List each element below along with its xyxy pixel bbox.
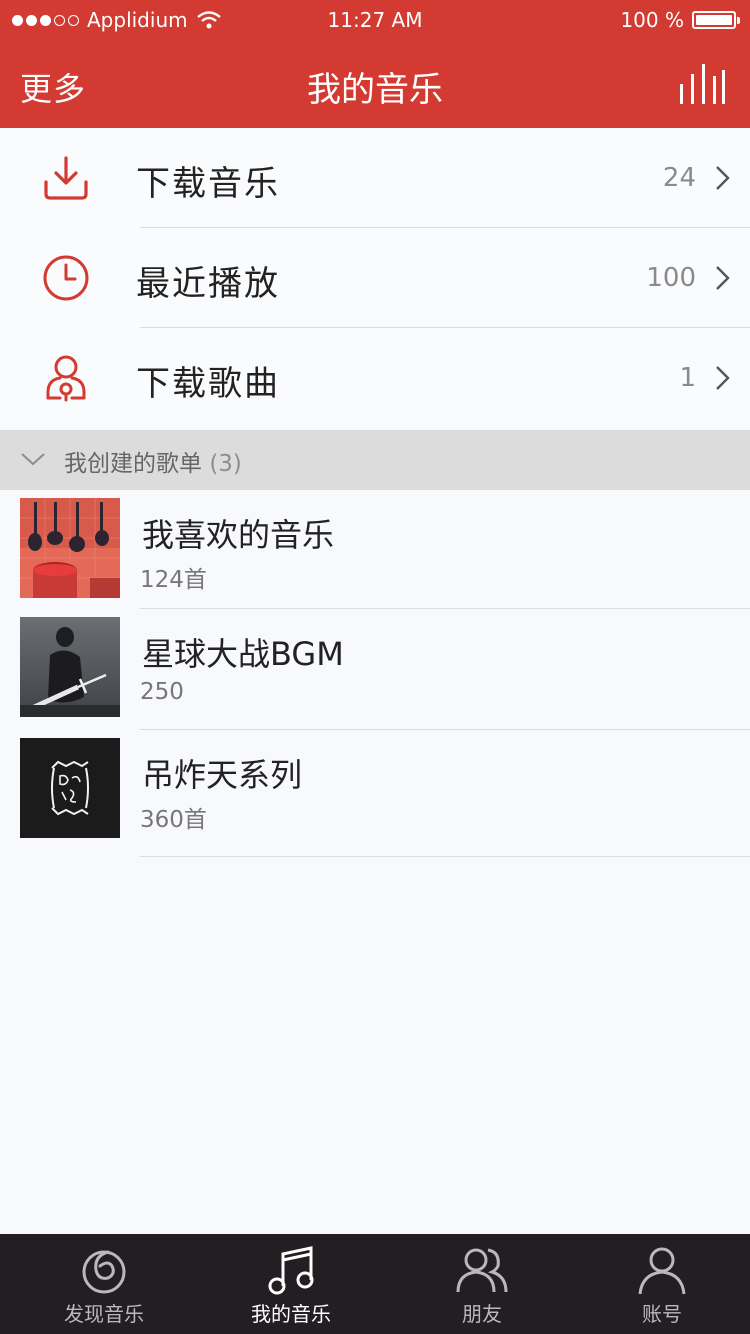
playlist-cover-image: [20, 738, 120, 838]
tab-bar: 发现音乐 我的音乐 朋友 账号: [0, 1234, 750, 1334]
tab-discover-music[interactable]: 发现音乐: [10, 1234, 198, 1334]
menu-item-label: 最近播放: [136, 264, 280, 304]
chevron-right-icon: [716, 166, 730, 190]
created-playlists-header[interactable]: 我创建的歌单 (3): [0, 430, 750, 490]
section-title-text: 我创建的歌单: [64, 451, 202, 477]
playlist-name: 星球大战BGM: [142, 635, 344, 673]
menu-item-label: 下载歌曲: [136, 364, 280, 404]
playlist-cover-image: [20, 617, 120, 717]
menu-item-downloaded-songs[interactable]: 下载歌曲 1: [0, 328, 750, 428]
playlist-name: 我喜欢的音乐: [142, 516, 335, 554]
status-bar: Applidium 11:27 AM 100 %: [0, 0, 750, 40]
menu-item-count: 100: [646, 263, 696, 293]
music-note-icon: [268, 1246, 314, 1295]
menu-item-downloaded-music[interactable]: 下载音乐 24: [0, 128, 750, 228]
playlist-item[interactable]: 星球大战BGM 250: [0, 609, 750, 727]
now-playing-bars-icon[interactable]: [678, 62, 726, 106]
playlist-name: 吊炸天系列: [142, 756, 303, 794]
page-title: 我的音乐: [307, 70, 443, 110]
battery-percent: 100 %: [620, 8, 684, 32]
chevron-down-icon: [21, 453, 45, 466]
tab-label: 我的音乐: [251, 1302, 331, 1326]
battery-status: 100 %: [620, 8, 740, 32]
clock-icon: [43, 255, 89, 301]
playlist-track-count: 250: [140, 679, 184, 705]
chevron-right-icon: [716, 366, 730, 390]
section-title: 我创建的歌单 (3): [64, 444, 242, 478]
menu-item-label: 下载音乐: [136, 164, 280, 204]
row-divider: [140, 856, 750, 857]
tab-label: 朋友: [462, 1302, 502, 1326]
menu-item-count: 1: [679, 363, 696, 393]
playlist-track-count: 360首: [140, 807, 207, 833]
friends-icon: [456, 1248, 508, 1293]
download-icon: [44, 156, 88, 200]
menu-item-count: 24: [662, 163, 696, 193]
chevron-right-icon: [716, 266, 730, 290]
tab-account[interactable]: 账号: [568, 1234, 750, 1334]
tab-label: 账号: [642, 1302, 682, 1326]
tab-my-music[interactable]: 我的音乐: [197, 1234, 385, 1334]
app-header: Applidium 11:27 AM 100 % 更多 我的音乐: [0, 0, 750, 128]
menu-item-recently-played[interactable]: 最近播放 100: [0, 228, 750, 328]
nav-bar: 更多 我的音乐: [0, 40, 750, 128]
battery-icon: [692, 11, 740, 29]
tab-label: 发现音乐: [64, 1302, 144, 1326]
account-icon: [638, 1247, 686, 1295]
person-icon: [46, 355, 86, 402]
tab-friends[interactable]: 朋友: [388, 1234, 576, 1334]
section-count: (3): [209, 451, 242, 477]
playlist-item[interactable]: 我喜欢的音乐 124首: [0, 490, 750, 608]
netease-logo-icon: [82, 1250, 126, 1294]
playlist-item[interactable]: 吊炸天系列 360首: [0, 730, 750, 848]
playlist-track-count: 124首: [140, 567, 207, 593]
playlist-cover-image: [20, 498, 120, 598]
